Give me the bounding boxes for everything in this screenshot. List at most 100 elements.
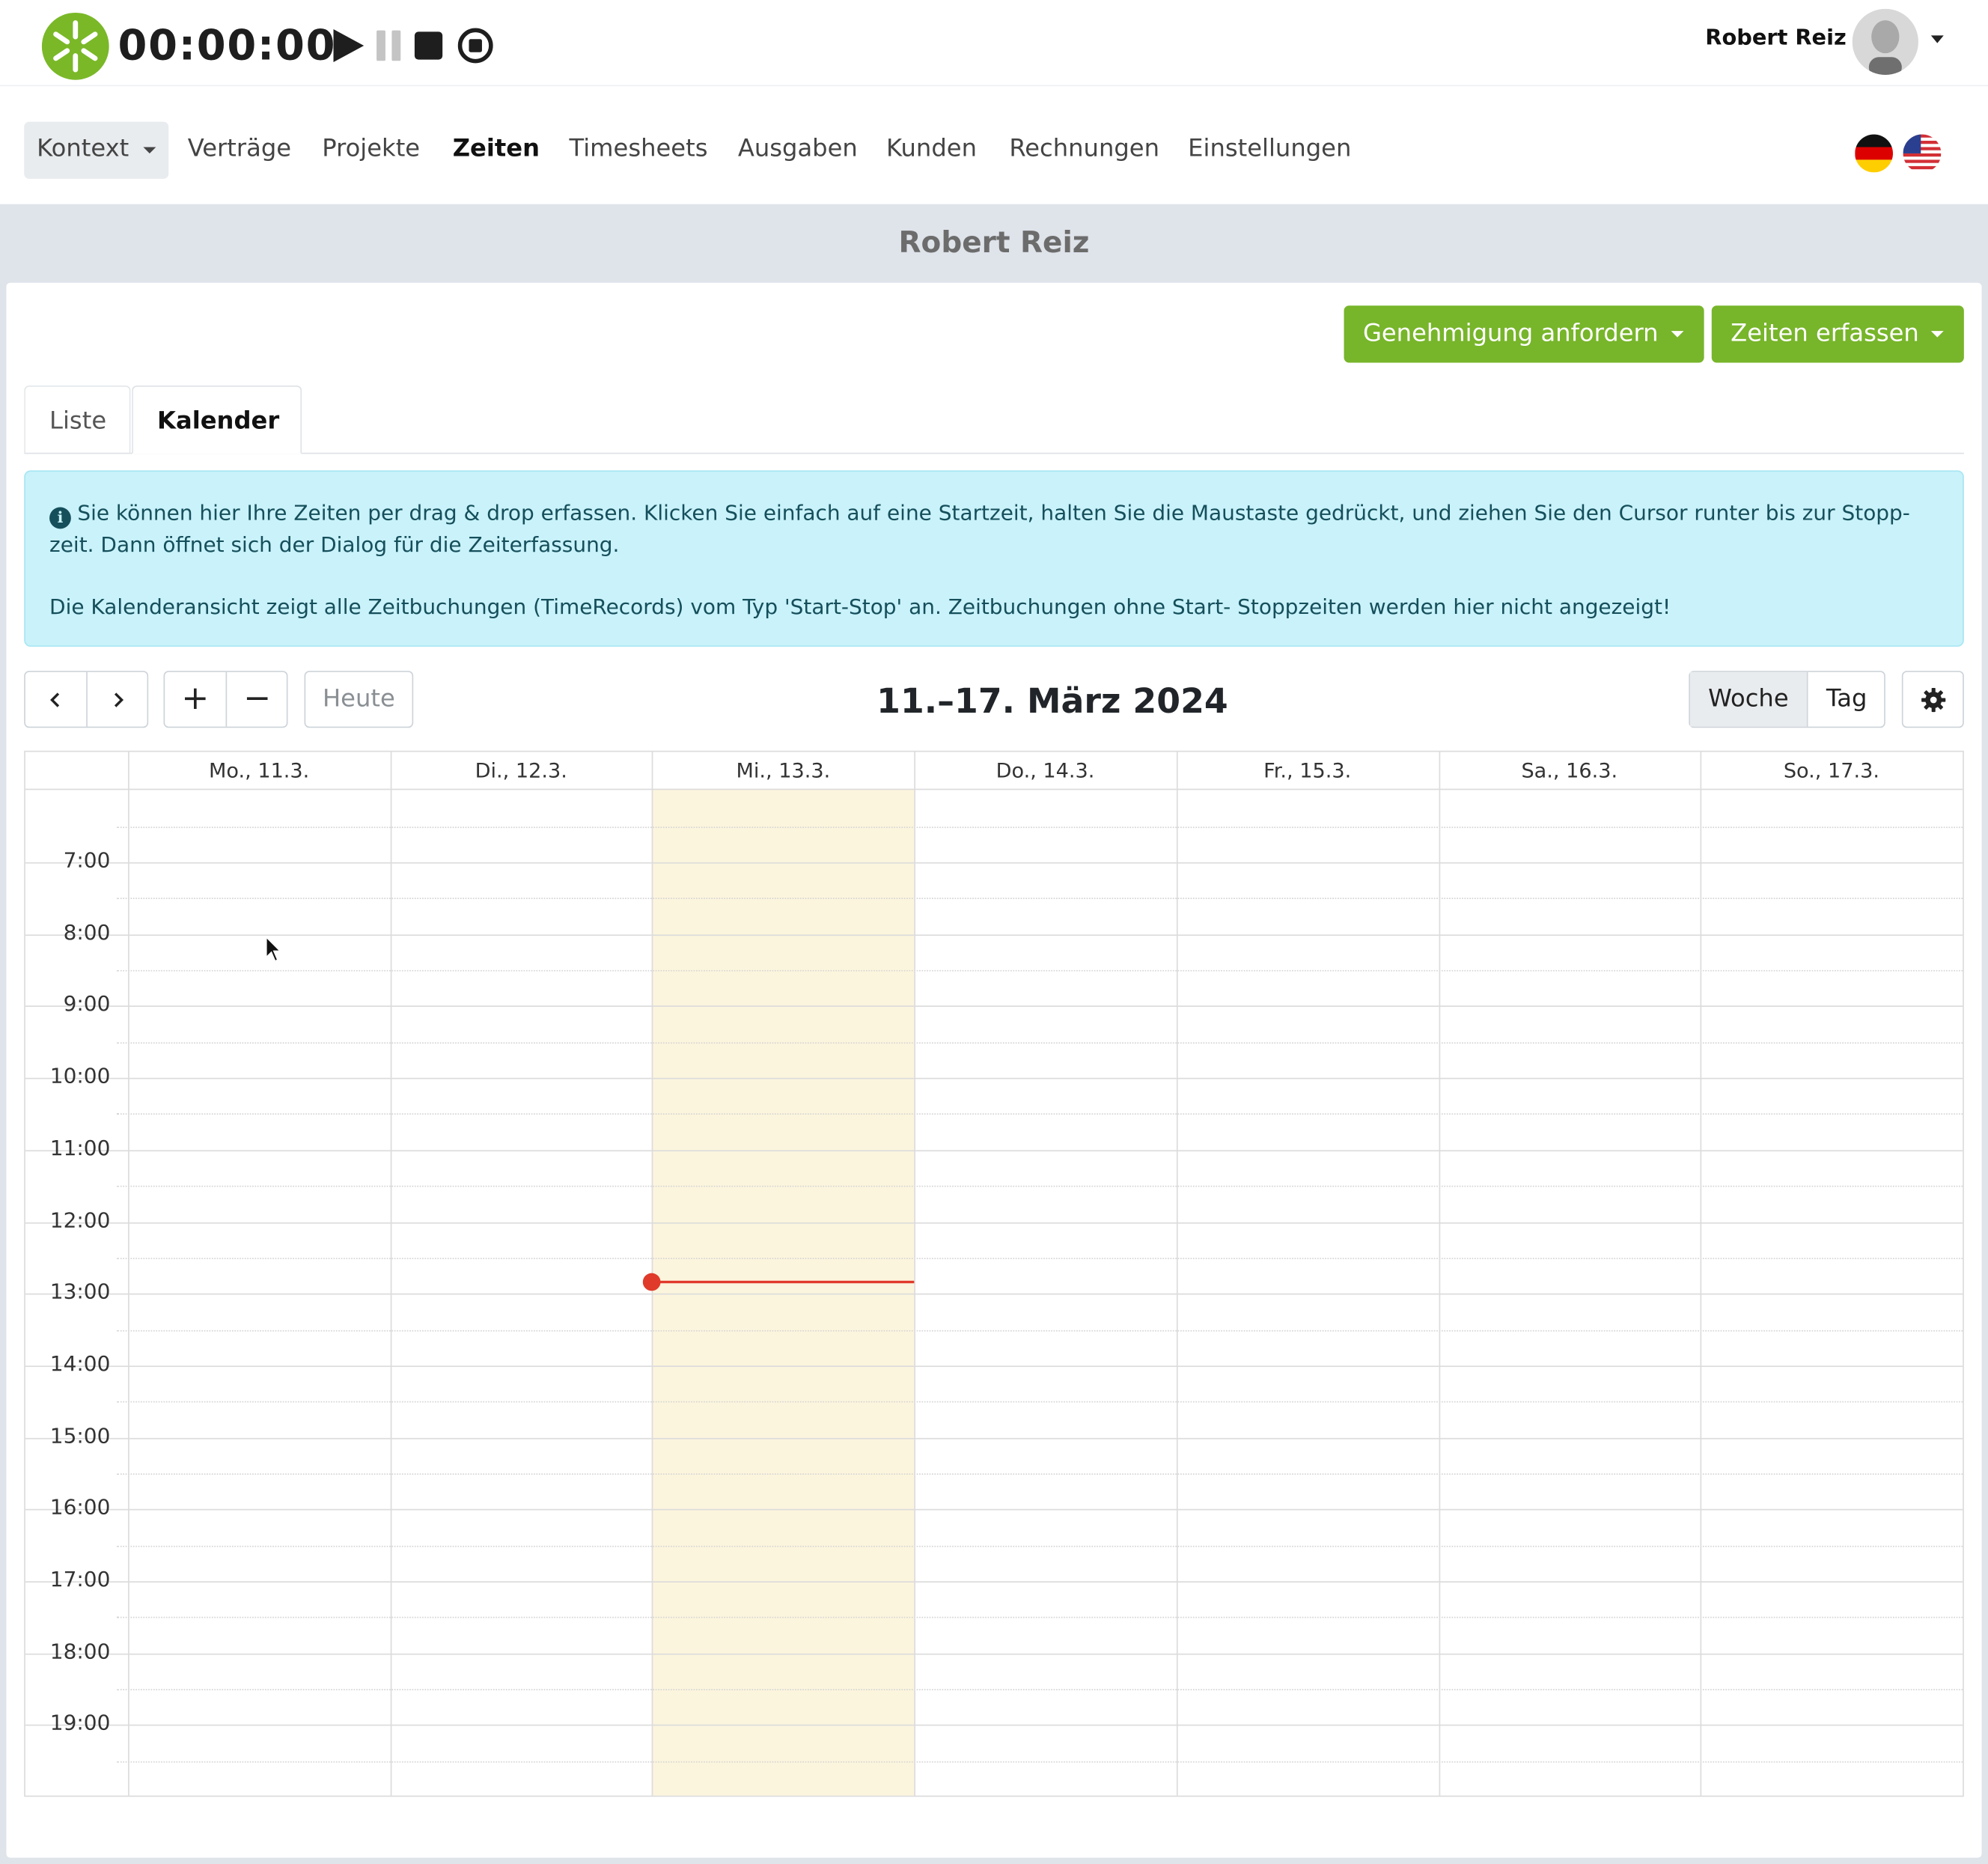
nav-item-projekte[interactable]: Projekte xyxy=(322,135,420,162)
nav-item-vertraege[interactable]: Verträge xyxy=(188,135,291,162)
view-switcher: Woche Tag xyxy=(1689,671,1885,728)
day-header[interactable]: Di., 12.3. xyxy=(390,752,652,788)
day-header[interactable]: So., 17.3. xyxy=(1701,752,1963,788)
half-hour-line xyxy=(116,1330,1963,1332)
record-times-button[interactable]: Zeiten erfassen xyxy=(1711,305,1964,363)
hour-line xyxy=(25,1437,1963,1440)
kontext-label: Kontext xyxy=(37,134,129,162)
navigation-button-group xyxy=(24,671,149,728)
tab-liste[interactable]: Liste xyxy=(24,385,131,454)
week-calendar[interactable]: Mo., 11.3. Di., 12.3. Mi., 13.3. Do., 14.3.… xyxy=(24,750,1964,1797)
calendar-settings-button[interactable] xyxy=(1901,671,1964,728)
chevron-right-icon xyxy=(114,692,124,707)
info-alert-line1: Sie können hier Ihre Zeiten per drag & d… xyxy=(49,501,1910,557)
hour-line xyxy=(25,1222,1963,1224)
hour-line xyxy=(25,1581,1963,1583)
day-header[interactable]: Mo., 11.3. xyxy=(128,752,390,788)
pause-icon[interactable] xyxy=(373,25,411,66)
kontext-dropdown[interactable]: Kontext xyxy=(24,121,169,179)
hour-line xyxy=(25,1005,1963,1007)
chevron-down-icon xyxy=(143,147,156,153)
half-hour-line xyxy=(116,826,1963,829)
hour-line xyxy=(25,1150,1963,1152)
half-hour-line xyxy=(116,1258,1963,1260)
zoom-in-button[interactable]: + xyxy=(165,672,225,727)
nav-item-ausgaben[interactable]: Ausgaben xyxy=(738,135,858,162)
tab-liste-label: Liste xyxy=(49,406,107,436)
flag-germany-icon[interactable] xyxy=(1855,134,1893,173)
today-column-highlight xyxy=(652,788,915,1796)
half-hour-line xyxy=(116,1689,1963,1690)
user-menu-caret-icon[interactable] xyxy=(1930,35,1944,43)
request-approval-button[interactable]: Genehmigung anfordern xyxy=(1344,305,1704,363)
hour-line xyxy=(25,1077,1963,1079)
nav-item-einstellungen[interactable]: Einstellungen xyxy=(1188,135,1351,162)
day-column-divider xyxy=(390,752,392,1796)
info-alert-text-1: i Sie können hier Ihre Zeiten per drag & … xyxy=(49,497,1945,561)
half-hour-line xyxy=(116,1401,1963,1403)
zoom-out-button[interactable]: − xyxy=(227,672,287,727)
zoom-button-group: + − xyxy=(163,671,288,728)
hour-label: 18:00 xyxy=(49,1639,111,1664)
mouse-cursor-icon xyxy=(265,936,282,963)
hour-line xyxy=(25,1508,1963,1511)
day-header[interactable]: Do., 14.3. xyxy=(914,752,1176,788)
half-hour-line xyxy=(116,1545,1963,1547)
prev-week-button[interactable] xyxy=(25,672,86,727)
next-week-button[interactable] xyxy=(88,672,148,727)
tabs-divider xyxy=(24,452,1964,454)
hour-label: 8:00 xyxy=(63,920,111,945)
day-column-divider xyxy=(1176,752,1178,1796)
timer-display: 00:00:00 xyxy=(118,20,337,70)
hour-label: 19:00 xyxy=(49,1711,111,1735)
info-icon: i xyxy=(49,507,71,529)
half-hour-line xyxy=(116,1113,1963,1115)
hour-label: 14:00 xyxy=(49,1351,111,1376)
user-name[interactable]: Robert Reiz xyxy=(1705,25,1846,51)
hour-line xyxy=(25,1293,1963,1295)
hour-line xyxy=(25,1724,1963,1726)
day-header[interactable]: Sa., 16.3. xyxy=(1439,752,1701,788)
flag-usa-icon[interactable] xyxy=(1903,134,1942,173)
hour-label: 11:00 xyxy=(49,1136,111,1160)
week-view-button[interactable]: Woche xyxy=(1689,671,1807,727)
half-hour-line xyxy=(116,1042,1963,1044)
hour-label: 15:00 xyxy=(49,1424,111,1449)
day-column-divider xyxy=(1700,752,1702,1796)
info-alert: i Sie können hier Ihre Zeiten per drag & … xyxy=(24,470,1964,647)
tab-kalender[interactable]: Kalender xyxy=(132,385,302,454)
day-view-button[interactable]: Tag xyxy=(1808,672,1885,727)
hour-line xyxy=(25,934,1963,936)
chevron-left-icon xyxy=(50,692,60,707)
top-bar: 00:00:00 Robert Reiz xyxy=(0,0,1988,87)
day-column-divider xyxy=(1439,752,1441,1796)
nav-item-rechnungen[interactable]: Rechnungen xyxy=(1009,135,1159,162)
hour-label: 7:00 xyxy=(63,848,111,873)
tab-kalender-label: Kalender xyxy=(157,406,280,436)
app-logo-icon[interactable] xyxy=(41,12,109,80)
day-column-divider xyxy=(128,752,129,1796)
hour-line xyxy=(25,1365,1963,1368)
stop-record-icon[interactable] xyxy=(457,25,495,66)
chevron-down-icon xyxy=(1930,331,1944,338)
play-icon[interactable] xyxy=(329,25,368,66)
day-header[interactable]: Mi., 13.3. xyxy=(652,752,914,788)
chevron-down-icon xyxy=(1671,331,1684,338)
nav-item-zeiten[interactable]: Zeiten xyxy=(453,135,540,162)
page-title: Robert Reiz xyxy=(898,227,1090,261)
header-divider xyxy=(25,788,1963,791)
avatar[interactable] xyxy=(1852,8,1918,75)
nav-item-timesheets[interactable]: Timesheets xyxy=(570,135,708,162)
half-hour-line xyxy=(116,1761,1963,1763)
current-time-line xyxy=(652,1280,915,1284)
hour-line xyxy=(25,1653,1963,1655)
half-hour-line xyxy=(116,1473,1963,1475)
today-button[interactable]: Heute xyxy=(304,671,414,728)
day-header[interactable]: Fr., 15.3. xyxy=(1177,752,1439,788)
stop-icon[interactable] xyxy=(411,25,449,66)
half-hour-line xyxy=(116,1616,1963,1618)
hour-label: 13:00 xyxy=(49,1279,111,1304)
hour-label: 10:00 xyxy=(49,1064,111,1088)
nav-item-kunden[interactable]: Kunden xyxy=(886,135,977,162)
main-nav: Kontext Verträge Projekte Zeiten Timeshe… xyxy=(0,87,1988,204)
